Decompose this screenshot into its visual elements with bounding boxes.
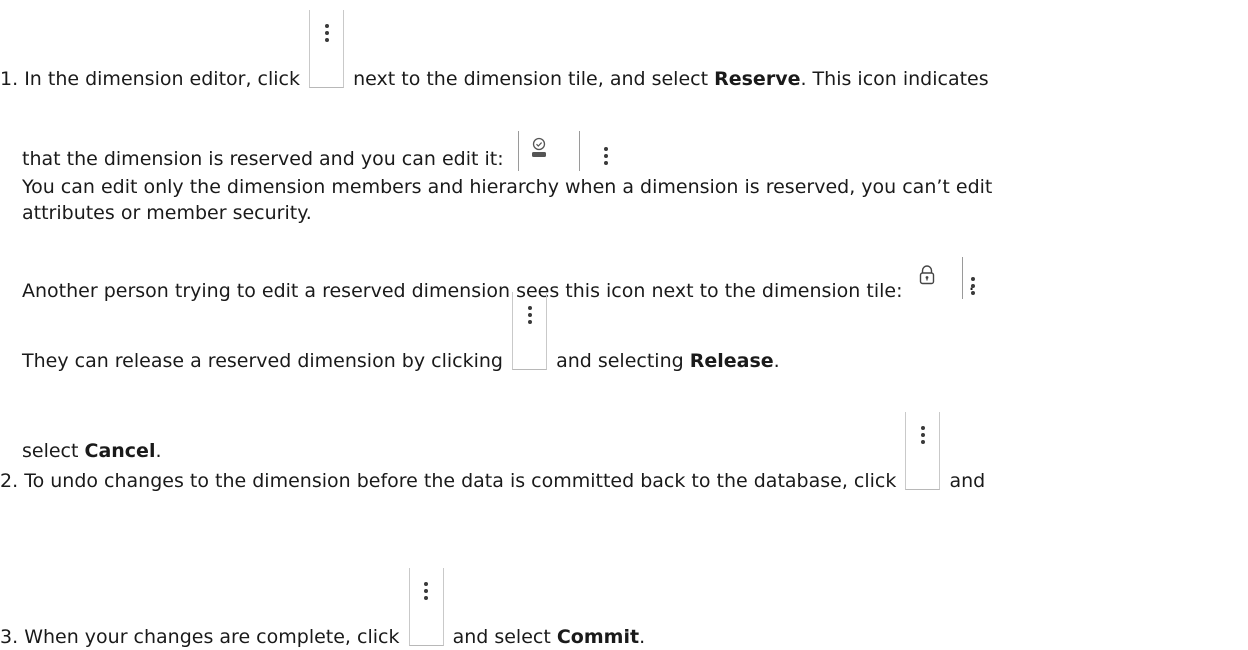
step-1-line-2: that the dimension is reserved and you c… bbox=[22, 131, 608, 172]
kebab-menu-icon[interactable] bbox=[408, 568, 444, 650]
step-number: 3. bbox=[0, 626, 19, 648]
commit-label: Commit bbox=[556, 626, 640, 648]
step-text: To undo changes to the dimension before … bbox=[24, 470, 897, 492]
step-2-line-2: select Cancel. bbox=[22, 438, 162, 464]
reserve-label: Reserve bbox=[714, 68, 801, 90]
sentence-period: . bbox=[968, 273, 975, 295]
step-text: When your changes are complete, click bbox=[24, 626, 400, 648]
step-text: select bbox=[22, 440, 79, 462]
step-text: . bbox=[639, 626, 646, 648]
locked-status-badge: . bbox=[915, 257, 975, 301]
step-text: . bbox=[773, 350, 780, 372]
step-text: attributes or member security. bbox=[22, 202, 312, 224]
lock-icon bbox=[919, 265, 934, 285]
kebab-menu-icon[interactable] bbox=[309, 10, 345, 92]
step-1-release-line: They can release a reserved dimension by… bbox=[22, 292, 780, 374]
step-text: and select bbox=[452, 626, 551, 648]
step-text: You can edit only the dimension members … bbox=[22, 176, 993, 198]
step-text: They can release a reserved dimension by… bbox=[22, 350, 503, 372]
step-text: In the dimension editor, click bbox=[24, 68, 301, 90]
step-1-line-1: 1. In the dimension editor, click next t… bbox=[0, 10, 989, 92]
step-3-line: 3. When your changes are complete, click… bbox=[0, 568, 645, 650]
step-text: . bbox=[155, 440, 162, 462]
step-1-note-line-1: You can edit only the dimension members … bbox=[22, 174, 992, 200]
release-label: Release bbox=[689, 350, 774, 372]
step-number: 1. bbox=[0, 68, 19, 90]
step-number: 2. bbox=[0, 470, 19, 492]
step-text: and bbox=[949, 470, 986, 492]
reserved-status-badge bbox=[514, 131, 608, 171]
step-1-note-line-2: attributes or member security. bbox=[22, 200, 312, 226]
step-text: that the dimension is reserved and you c… bbox=[22, 148, 504, 170]
step-text: . This icon indicates bbox=[800, 68, 989, 90]
step-text: and selecting bbox=[556, 350, 684, 372]
cancel-label: Cancel bbox=[84, 440, 156, 462]
step-text: next to the dimension tile, and select bbox=[353, 68, 709, 90]
kebab-menu-icon[interactable] bbox=[512, 292, 548, 374]
kebab-menu-icon[interactable] bbox=[905, 412, 941, 494]
reserved-user-icon bbox=[531, 137, 546, 157]
